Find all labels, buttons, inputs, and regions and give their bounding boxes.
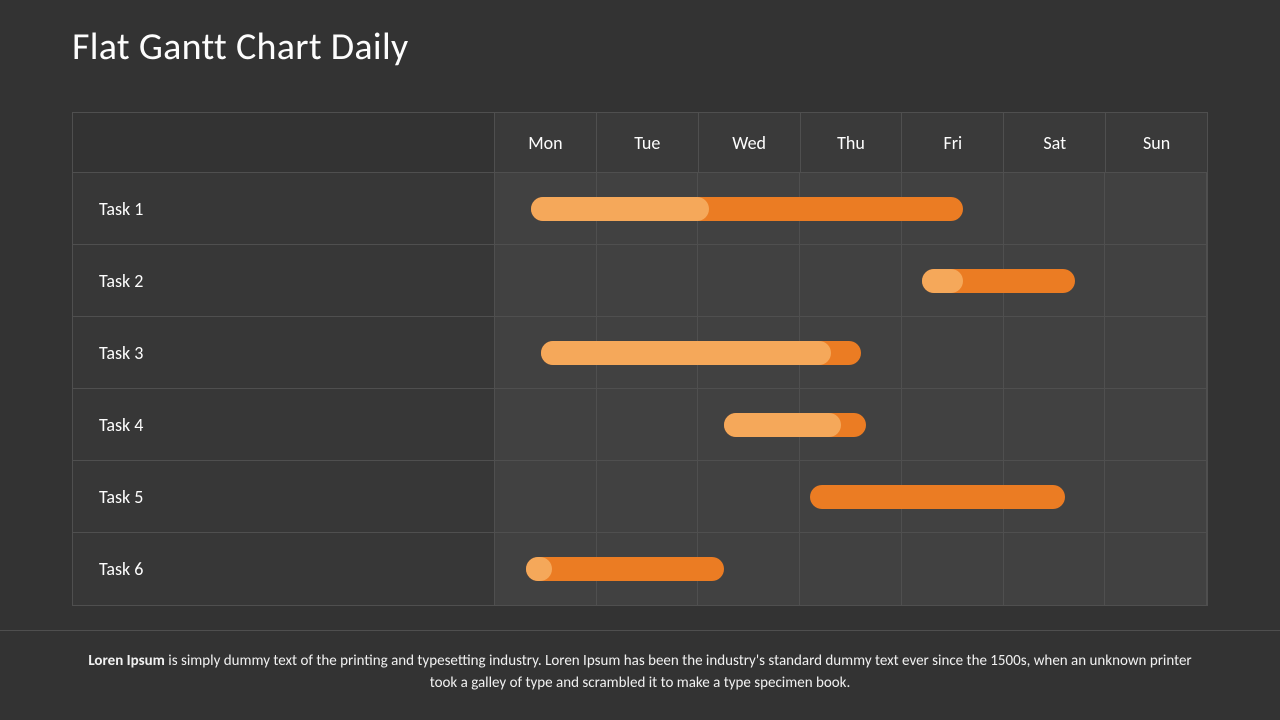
- timeline-cell: [597, 533, 699, 605]
- timeline-cell: [902, 533, 1004, 605]
- timeline-cell: [597, 245, 699, 316]
- timeline-cell: [698, 173, 800, 244]
- task-label: Task 6: [73, 533, 495, 605]
- day-header-sat: Sat: [1004, 113, 1106, 172]
- timeline-cell: [800, 533, 902, 605]
- footer-rest: is simply dummy text of the printing and…: [165, 652, 1192, 692]
- gantt-header-row: MonTueWedThuFriSatSun: [73, 113, 1207, 173]
- gantt-row: Task 3: [73, 317, 1207, 389]
- timeline-cell: [698, 245, 800, 316]
- task-label: Task 4: [73, 389, 495, 460]
- timeline-cell: [1004, 389, 1106, 460]
- timeline-cell: [495, 317, 597, 388]
- gantt-row: Task 6: [73, 533, 1207, 605]
- timeline-cell: [495, 461, 597, 532]
- task-timeline: [495, 245, 1207, 316]
- task-timeline: [495, 317, 1207, 388]
- timeline-cell: [495, 389, 597, 460]
- timeline-cell: [1004, 317, 1106, 388]
- page-title: Flat Gantt Chart Daily: [72, 24, 408, 70]
- gantt-row: Task 2: [73, 245, 1207, 317]
- timeline-cell: [1105, 533, 1207, 605]
- timeline-cell: [800, 461, 902, 532]
- task-timeline: [495, 533, 1207, 605]
- timeline-cell: [1105, 461, 1207, 532]
- timeline-cell: [800, 245, 902, 316]
- timeline-cell: [495, 533, 597, 605]
- gantt-body: Task 1Task 2Task 3Task 4Task 5Task 6: [73, 173, 1207, 605]
- timeline-cell: [902, 389, 1004, 460]
- timeline-cell: [1105, 173, 1207, 244]
- day-header-sun: Sun: [1106, 113, 1207, 172]
- timeline-cell: [902, 173, 1004, 244]
- task-label: Task 2: [73, 245, 495, 316]
- slide: Flat Gantt Chart Daily MonTueWedThuFriSa…: [0, 0, 1280, 720]
- timeline-cell: [902, 317, 1004, 388]
- timeline-cell: [1105, 317, 1207, 388]
- footer-text: Loren Ipsum is simply dummy text of the …: [0, 630, 1280, 720]
- timeline-cell: [597, 389, 699, 460]
- task-label: Task 1: [73, 173, 495, 244]
- timeline-cell: [698, 461, 800, 532]
- timeline-cell: [800, 317, 902, 388]
- day-header-thu: Thu: [801, 113, 903, 172]
- task-timeline: [495, 389, 1207, 460]
- timeline-cell: [597, 461, 699, 532]
- task-timeline: [495, 461, 1207, 532]
- timeline-cell: [698, 389, 800, 460]
- timeline-cell: [800, 389, 902, 460]
- timeline-cell: [495, 245, 597, 316]
- gantt-row: Task 5: [73, 461, 1207, 533]
- timeline-cell: [597, 317, 699, 388]
- timeline-cell: [1105, 245, 1207, 316]
- timeline-cell: [800, 173, 902, 244]
- timeline-cell: [1004, 533, 1106, 605]
- header-task-cell: [73, 113, 495, 172]
- timeline-cell: [1105, 389, 1207, 460]
- task-label: Task 3: [73, 317, 495, 388]
- gantt-chart: MonTueWedThuFriSatSun Task 1Task 2Task 3…: [72, 112, 1208, 606]
- day-header-tue: Tue: [597, 113, 699, 172]
- timeline-cell: [495, 173, 597, 244]
- timeline-cell: [698, 533, 800, 605]
- gantt-row: Task 1: [73, 173, 1207, 245]
- timeline-cell: [902, 461, 1004, 532]
- timeline-cell: [698, 317, 800, 388]
- timeline-cell: [1004, 173, 1106, 244]
- timeline-cell: [597, 173, 699, 244]
- footer-lead: Loren Ipsum: [88, 652, 165, 670]
- task-timeline: [495, 173, 1207, 244]
- header-days: MonTueWedThuFriSatSun: [495, 113, 1207, 172]
- timeline-cell: [1004, 461, 1106, 532]
- day-header-fri: Fri: [902, 113, 1004, 172]
- task-label: Task 5: [73, 461, 495, 532]
- gantt-row: Task 4: [73, 389, 1207, 461]
- day-header-wed: Wed: [699, 113, 801, 172]
- timeline-cell: [1004, 245, 1106, 316]
- timeline-cell: [902, 245, 1004, 316]
- day-header-mon: Mon: [495, 113, 597, 172]
